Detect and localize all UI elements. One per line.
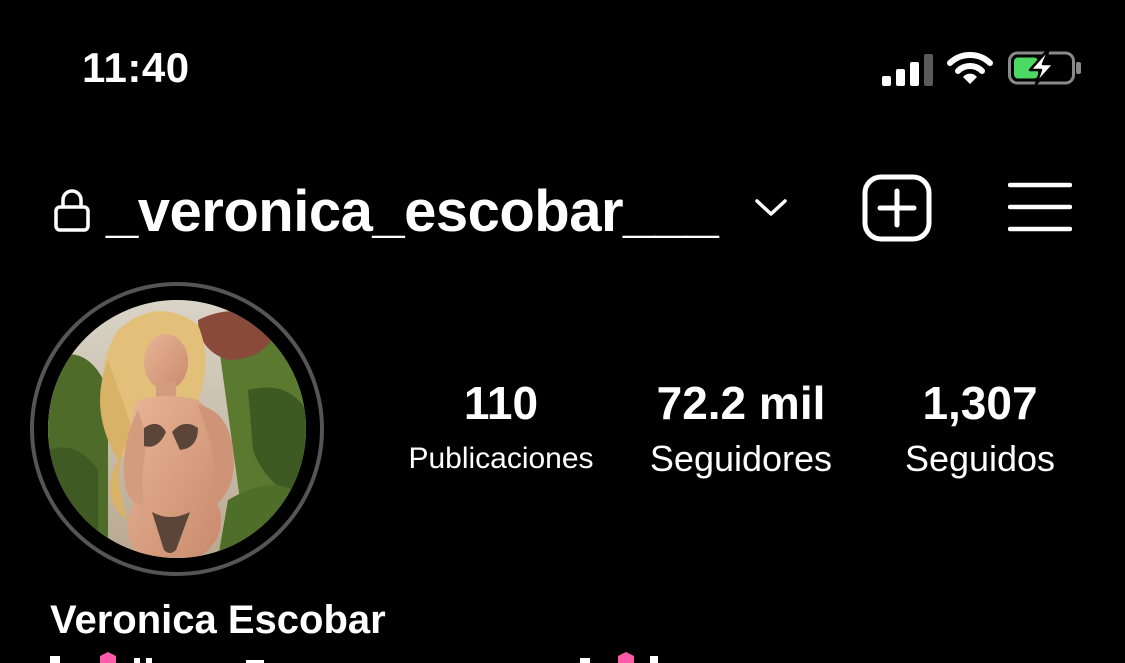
bio-preview-cutoff <box>50 652 658 663</box>
cellular-signal-icon <box>882 54 933 86</box>
stat-posts-count: 110 <box>463 377 539 429</box>
stat-following-count: 1,307 <box>922 377 1038 429</box>
stat-following-label: Seguidos <box>904 438 1056 479</box>
menu-icon[interactable] <box>1008 182 1072 232</box>
avatar[interactable] <box>48 300 306 558</box>
stat-posts[interactable]: 110 Publicaciones <box>390 378 612 480</box>
profile-username[interactable]: _veronica_escobar___ <box>106 178 719 245</box>
lock-icon <box>54 189 90 232</box>
stat-followers-label: Seguidores <box>649 438 833 479</box>
battery-charging-icon <box>1008 50 1081 86</box>
stat-posts-label: Publicaciones <box>408 442 594 475</box>
status-time: 11:40 <box>82 44 190 91</box>
chevron-down-icon[interactable] <box>754 196 788 220</box>
add-post-icon[interactable] <box>862 174 932 242</box>
stat-following[interactable]: 1,307 Seguidos <box>880 378 1080 480</box>
profile-display-name: Veronica Escobar <box>50 598 386 642</box>
stat-followers-count: 72.2 mil <box>656 377 826 429</box>
stat-followers[interactable]: 72.2 mil Seguidores <box>630 378 852 480</box>
wifi-icon <box>947 52 993 84</box>
